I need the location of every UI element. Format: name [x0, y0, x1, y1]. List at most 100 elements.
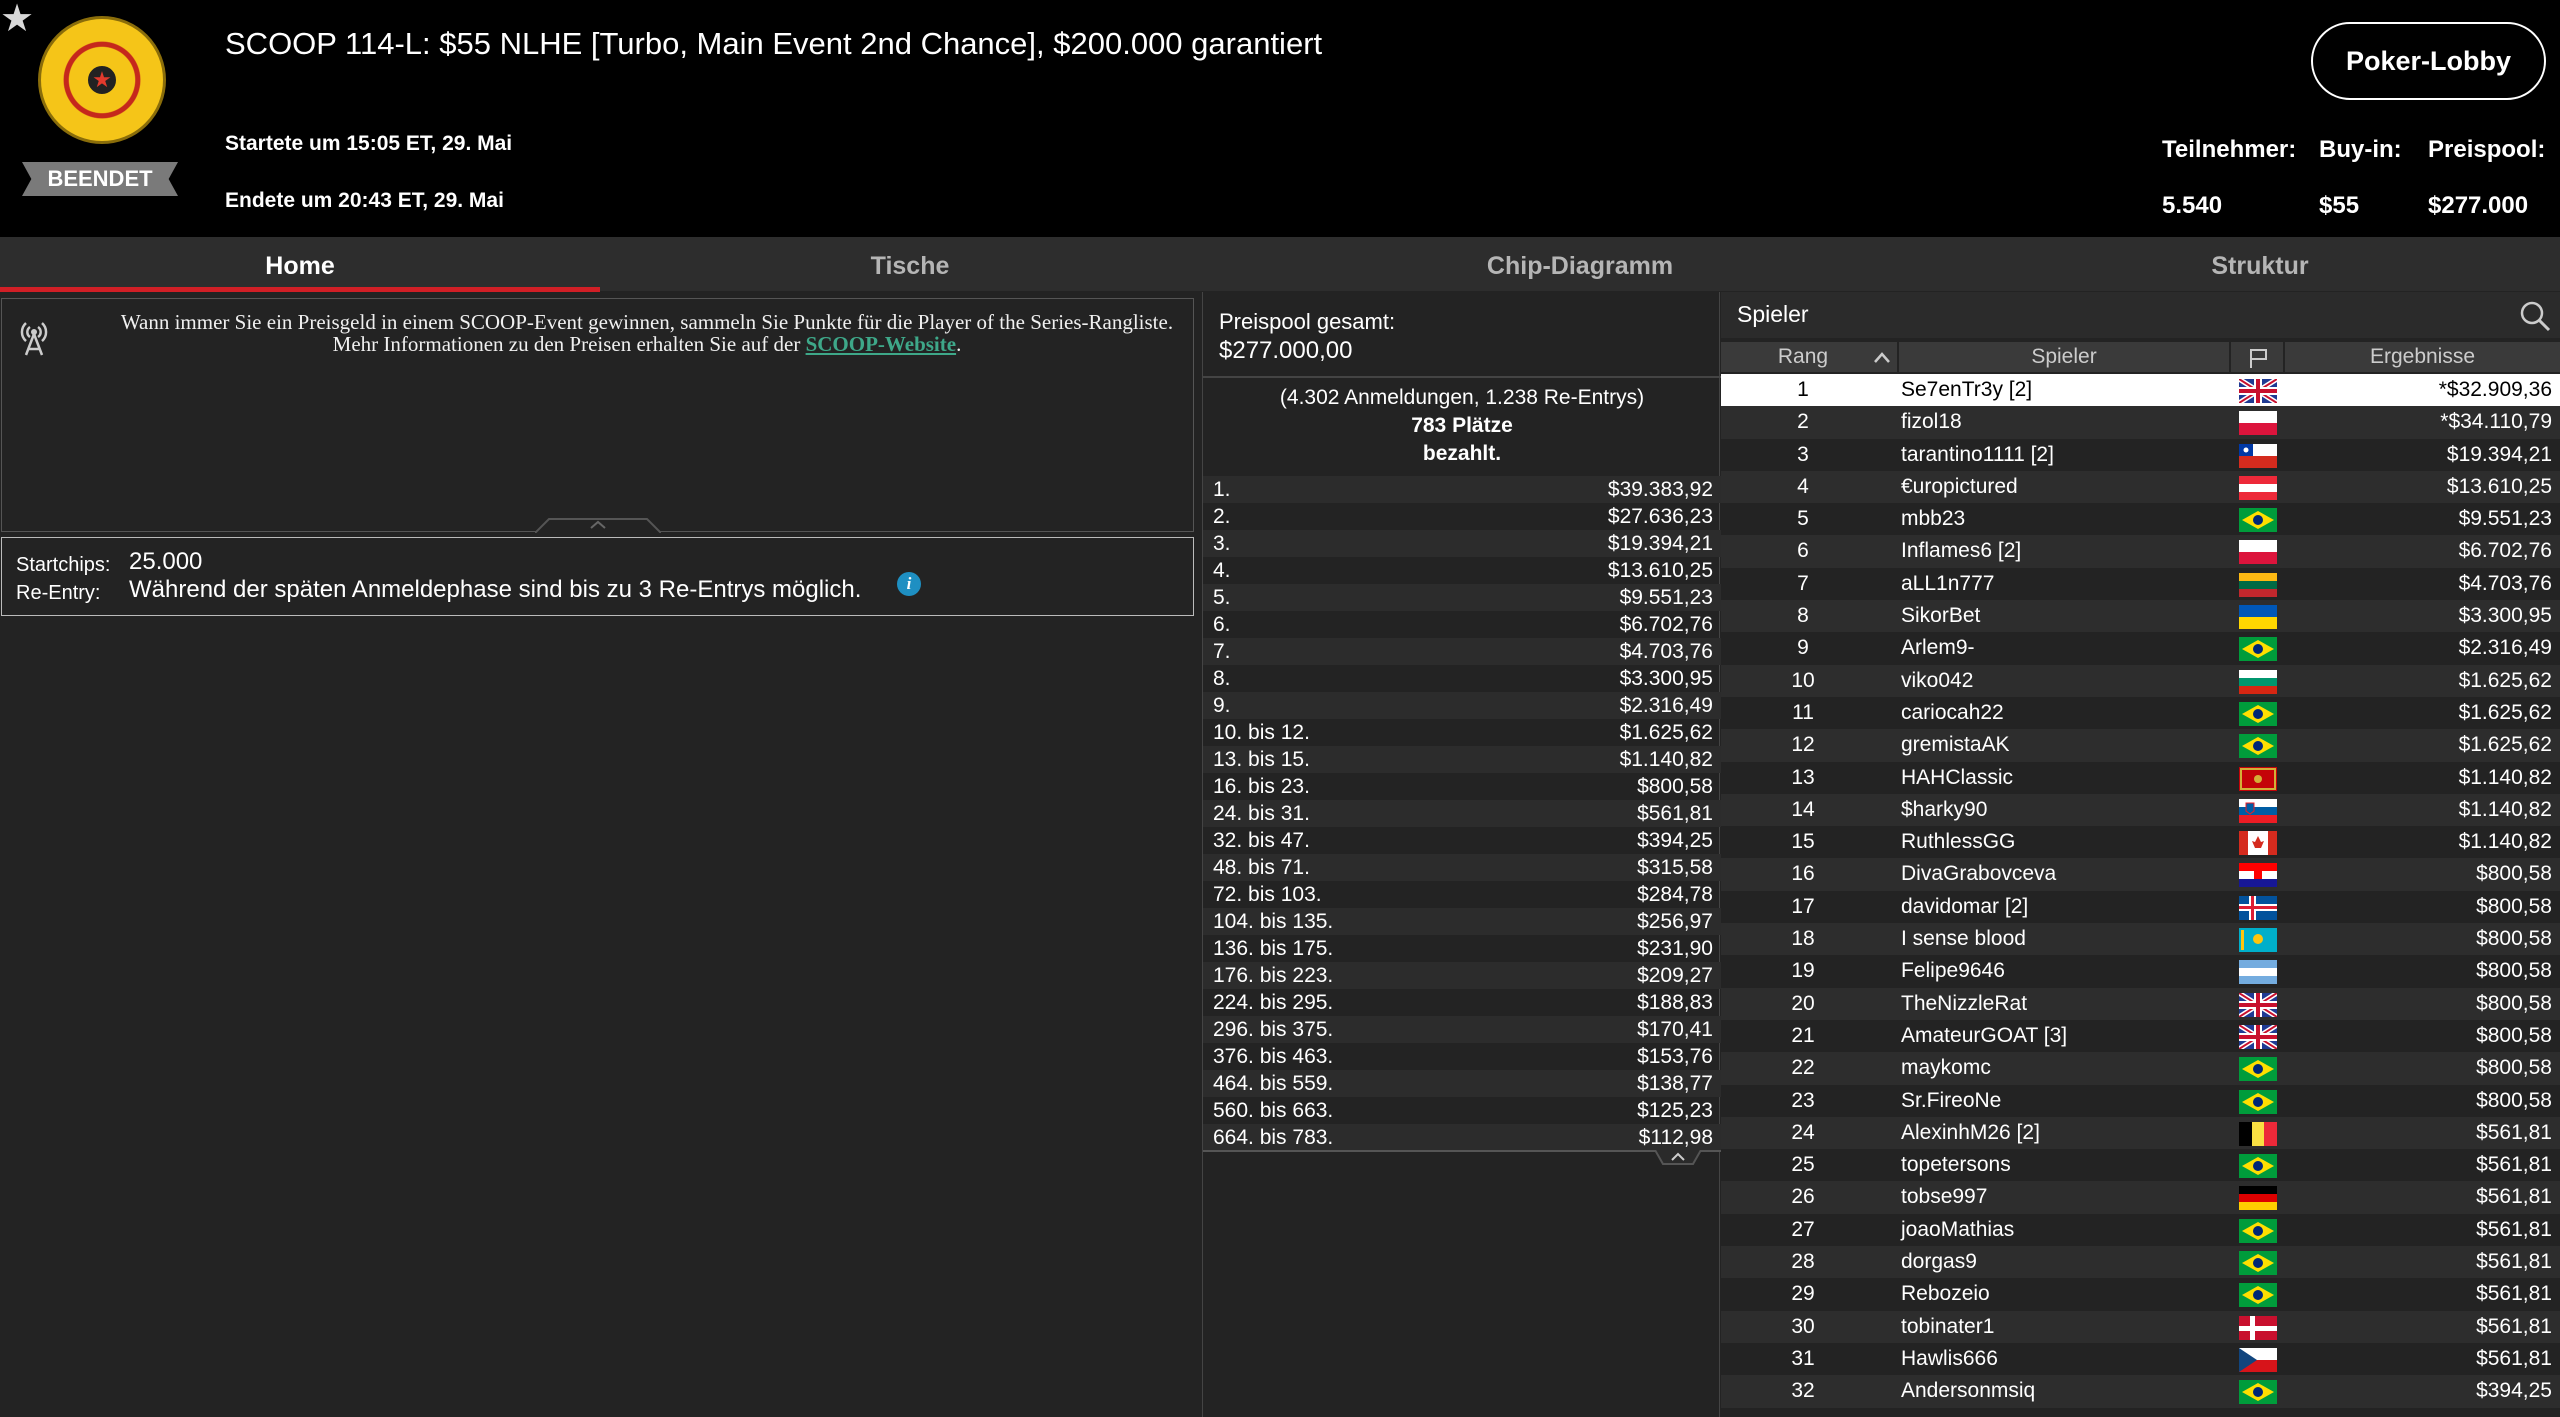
- column-results[interactable]: Ergebnisse: [2285, 342, 2560, 372]
- player-name: dorgas9: [1901, 1250, 1977, 1274]
- player-row[interactable]: 9 Arlem9- $2.316,49: [1721, 632, 2560, 664]
- info-message-box: Wann immer Sie ein Preisgeld in einem SC…: [1, 298, 1194, 533]
- player-row[interactable]: 10 viko042 $1.625,62: [1721, 664, 2560, 697]
- payout-amount: $1.140,82: [1619, 748, 1713, 771]
- payout-row: 664. bis 783. $112,98: [1203, 1124, 1721, 1151]
- player-row[interactable]: 11 cariocah22 $1.625,62: [1721, 697, 2560, 729]
- payout-place: 9.: [1213, 694, 1231, 717]
- bg-flag-icon: [2239, 669, 2277, 694]
- payout-amount: $188,83: [1637, 991, 1713, 1014]
- prize-pool-total-label: Preispool gesamt:: [1219, 309, 1396, 334]
- player-name: I sense blood: [1901, 927, 2026, 951]
- player-result: $1.625,62: [2458, 700, 2552, 724]
- player-row[interactable]: 4 €uropictured $13.610,25: [1721, 470, 2560, 504]
- tab-structure[interactable]: Struktur: [1960, 237, 2560, 291]
- favorite-star-icon[interactable]: ★: [0, 0, 34, 38]
- br-flag-icon: [2239, 1057, 2277, 1082]
- sort-ascending-icon[interactable]: [1873, 350, 1891, 364]
- player-row[interactable]: 2 fizol18 *$34.110,79: [1721, 406, 2560, 439]
- collapse-payouts-button[interactable]: [1655, 1150, 1701, 1168]
- player-rank: 14: [1791, 797, 1815, 821]
- player-name: davidomar [2]: [1901, 894, 2029, 918]
- player-row[interactable]: 8 SikorBet $3.300,95: [1721, 600, 2560, 633]
- pl-flag-icon: [2239, 540, 2277, 565]
- search-icon[interactable]: [2518, 299, 2552, 333]
- player-row[interactable]: 6 Inflames6 [2] $6.702,76: [1721, 535, 2560, 568]
- player-name: maykomc: [1901, 1056, 1991, 1080]
- collapse-info-button[interactable]: [535, 511, 661, 533]
- player-row[interactable]: 23 Sr.FireoNe $800,58: [1721, 1085, 2560, 1117]
- player-name: tobinater1: [1901, 1314, 1995, 1338]
- player-result: $394,25: [2476, 1379, 2552, 1403]
- player-result: $561,81: [2476, 1153, 2552, 1177]
- tab-chip-chart[interactable]: Chip-Diagramm: [1280, 237, 1880, 291]
- player-rank: 9: [1797, 636, 1809, 660]
- player-result: $561,81: [2476, 1346, 2552, 1370]
- payout-amount: $13.610,25: [1607, 559, 1713, 582]
- player-row[interactable]: 18 I sense blood $800,58: [1721, 923, 2560, 956]
- si-flag-icon: [2239, 798, 2277, 823]
- payout-amount: $1.625,62: [1619, 721, 1713, 744]
- br-flag-icon: [2239, 734, 2277, 759]
- player-result: $1.140,82: [2458, 797, 2552, 821]
- poker-lobby-button[interactable]: Poker-Lobby: [2311, 22, 2546, 100]
- pl-flag-icon: [2239, 411, 2277, 436]
- player-row[interactable]: 24 AlexinhM26 [2] $561,81: [1721, 1116, 2560, 1150]
- player-row[interactable]: 13 HAHClassic $1.140,82: [1721, 762, 2560, 794]
- payout-place: 5.: [1213, 586, 1231, 609]
- player-rank: 21: [1791, 1023, 1815, 1047]
- br-flag-icon: [2239, 1380, 2277, 1405]
- player-row[interactable]: 26 tobse997 $561,81: [1721, 1181, 2560, 1214]
- player-row[interactable]: 12 gremistaAK $1.625,62: [1721, 729, 2560, 762]
- player-row[interactable]: 27 joaoMathias $561,81: [1721, 1214, 2560, 1246]
- payout-row: 464. bis 559. $138,77: [1203, 1070, 1721, 1097]
- player-rank: 26: [1791, 1185, 1815, 1209]
- tournament-details: Startchips: 25.000 Re-Entry: Während der…: [1, 537, 1194, 616]
- payout-amount: $170,41: [1637, 1018, 1713, 1041]
- prizepool-value: $277.000: [2428, 192, 2529, 219]
- flag-column-icon[interactable]: [2248, 347, 2270, 369]
- divider: [1203, 376, 1721, 378]
- player-row[interactable]: 17 davidomar [2] $800,58: [1721, 891, 2560, 923]
- player-row[interactable]: 29 Rebozeio $561,81: [1721, 1278, 2560, 1310]
- ca-flag-icon: [2239, 831, 2277, 856]
- player-result: $561,81: [2476, 1217, 2552, 1241]
- player-name: €uropictured: [1901, 474, 2018, 498]
- player-row[interactable]: 21 AmateurGOAT [3] $800,58: [1721, 1020, 2560, 1052]
- payout-amount: $125,23: [1637, 1099, 1713, 1122]
- payout-row: 24. bis 31. $561,81: [1203, 800, 1721, 827]
- player-row[interactable]: 32 Andersonmsiq $394,25: [1721, 1375, 2560, 1408]
- payout-row: 32. bis 47. $394,25: [1203, 827, 1721, 854]
- player-name: Sr.FireoNe: [1901, 1088, 2002, 1112]
- tab-home[interactable]: Home: [0, 237, 600, 291]
- player-row[interactable]: 22 maykomc $800,58: [1721, 1052, 2560, 1085]
- player-row[interactable]: 3 tarantino1111 [2] $19.394,21: [1721, 439, 2560, 471]
- player-row[interactable]: 20 TheNizzleRat $800,58: [1721, 987, 2560, 1020]
- payout-amount: $2.316,49: [1619, 694, 1713, 717]
- payout-amount: $561,81: [1637, 802, 1713, 825]
- player-row[interactable]: 25 topetersons $561,81: [1721, 1149, 2560, 1181]
- player-row[interactable]: 14 $harky90 $1.140,82: [1721, 793, 2560, 827]
- player-name: tobse997: [1901, 1185, 1988, 1209]
- player-row[interactable]: 1 Se7enTr3y [2] *$32.909,36: [1721, 374, 2560, 407]
- player-result: $13.610,25: [2446, 474, 2552, 498]
- column-player[interactable]: Spieler: [1899, 342, 2229, 372]
- player-row[interactable]: 16 DivaGrabovceva $800,58: [1721, 858, 2560, 891]
- player-rank: 28: [1791, 1250, 1815, 1274]
- info-icon[interactable]: i: [897, 572, 921, 596]
- player-rank: 6: [1797, 539, 1809, 563]
- player-result: $800,58: [2476, 959, 2552, 983]
- payout-place: 16. bis 23.: [1213, 775, 1310, 798]
- player-row[interactable]: 19 Felipe9646 $800,58: [1721, 955, 2560, 987]
- player-row[interactable]: 7 aLL1n777 $4.703,76: [1721, 568, 2560, 600]
- tab-tables[interactable]: Tische: [610, 237, 1210, 291]
- player-row[interactable]: 15 RuthlessGG $1.140,82: [1721, 826, 2560, 858]
- player-row[interactable]: 30 tobinater1 $561,81: [1721, 1310, 2560, 1343]
- player-row[interactable]: 28 dorgas9 $561,81: [1721, 1246, 2560, 1279]
- payout-row: 5. $9.551,23: [1203, 584, 1721, 611]
- player-row[interactable]: 5 mbb23 $9.551,23: [1721, 503, 2560, 535]
- scoop-website-link[interactable]: SCOOP-Website: [806, 332, 957, 356]
- player-row[interactable]: 31 Hawlis666 $561,81: [1721, 1343, 2560, 1375]
- column-rank[interactable]: Rang: [1721, 342, 1885, 372]
- payout-amount: $138,77: [1637, 1072, 1713, 1095]
